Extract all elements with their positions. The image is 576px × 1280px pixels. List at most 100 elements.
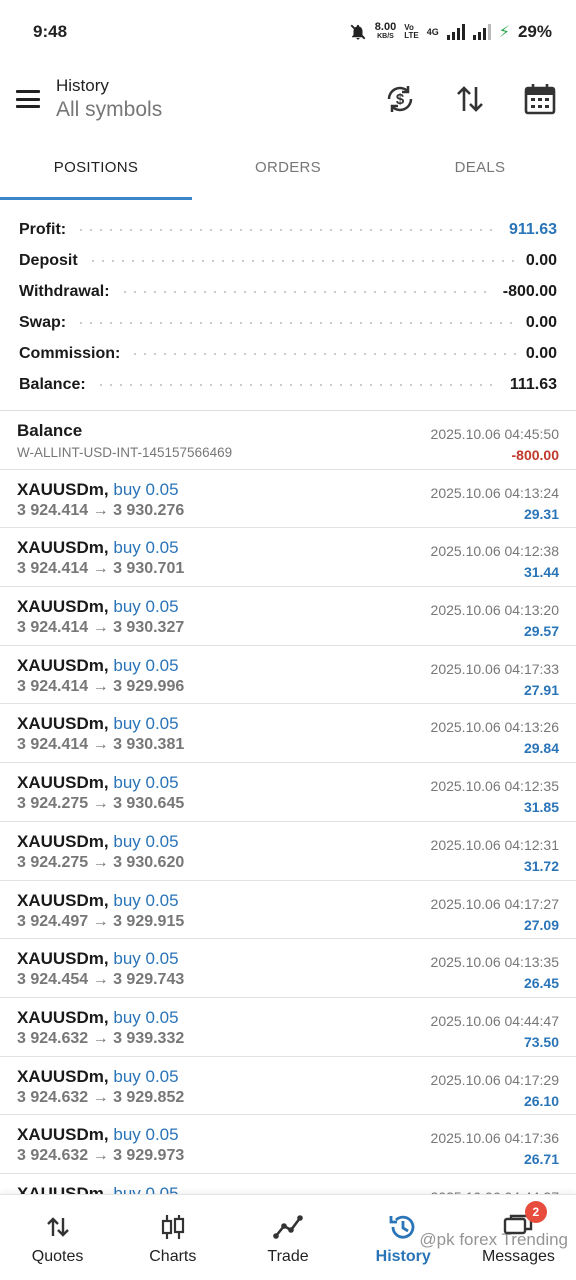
summary-panel: Profit: 911.63 Deposit 0.00 Withdrawal: … xyxy=(0,200,576,411)
nav-label: Messages xyxy=(481,1247,555,1265)
deal-symbol-line: XAUUSDm, buy 0.05 xyxy=(17,891,184,913)
deal-direction: buy 0.05 xyxy=(113,890,179,910)
deal-row[interactable]: XAUUSDm, buy 0.05 3 924.414 → 3 930.381 20… xyxy=(0,704,576,764)
summary-label: Swap: xyxy=(19,313,67,331)
deal-row[interactable]: XAUUSDm, buy 0.05 3 924.632 → 3 939.332 20… xyxy=(0,998,576,1057)
deal-profit: 29.31 xyxy=(523,505,559,522)
deal-row[interactable]: XAUUSDm, buy 0.05 3 924.414 → 3 930.701 20… xyxy=(0,528,576,588)
deal-time: 2025.10.06 04:13:20 xyxy=(430,602,559,619)
deal-time: 2025.10.06 04:17:33 xyxy=(430,660,559,677)
app-actions: $ xyxy=(380,79,560,119)
nav-charts[interactable]: Charts xyxy=(115,1195,230,1280)
deal-direction: buy 0.05 xyxy=(113,1066,179,1086)
deal-row[interactable]: XAUUSDm, buy 0.05 3 924.632 → 3 929.973 20… xyxy=(0,1115,576,1174)
deal-time: 2025.10.06 04:17:27 xyxy=(430,895,559,912)
deal-prices: 3 924.414 → 3 930.276 xyxy=(17,501,185,519)
currency-refresh-button[interactable]: $ xyxy=(380,79,420,119)
nav-trade[interactable]: Trade xyxy=(230,1195,345,1280)
deal-direction: buy 0.05 xyxy=(113,655,179,675)
nav-quotes[interactable]: Quotes xyxy=(0,1195,115,1280)
deal-direction: buy 0.05 xyxy=(113,479,179,499)
deal-row[interactable]: XAUUSDm, buy 0.05 3 924.275 → 3 930.645 20… xyxy=(0,763,576,822)
deal-symbol: XAUUSDm, xyxy=(17,949,109,969)
deal-prices: 3 924.414 → 3 930.701 xyxy=(17,560,185,578)
deal-symbol-line: XAUUSDm, buy 0.05 xyxy=(17,1008,184,1030)
deal-row[interactable]: XAUUSDm, buy 0.05 3 924.497 → 3 929.915 20… xyxy=(0,881,576,940)
deal-profit: 29.84 xyxy=(523,740,559,757)
summary-withdrawal-value: -800.00 xyxy=(502,282,557,300)
title-block[interactable]: History All symbols xyxy=(56,76,162,122)
summary-profit-value: 911.63 xyxy=(508,220,557,238)
summary-withdrawal-row: Withdrawal: -800.00 xyxy=(19,276,557,307)
deal-direction: buy 0.05 xyxy=(113,714,179,734)
menu-icon[interactable] xyxy=(16,90,40,108)
volte-indicator: Vo LTE xyxy=(404,23,419,40)
deal-symbol-line: XAUUSDm, buy 0.05 xyxy=(17,480,184,502)
deal-direction: buy 0.05 xyxy=(113,597,179,617)
history-icon xyxy=(389,1215,415,1239)
nav-label: Charts xyxy=(149,1247,197,1265)
tab-positions[interactable]: POSITIONS xyxy=(0,134,192,200)
charts-icon xyxy=(161,1214,184,1239)
deal-symbol: XAUUSDm, xyxy=(17,1007,109,1027)
deal-profit: 26.71 xyxy=(523,1151,559,1168)
deal-row[interactable]: XAUUSDm, buy 0.05 3 924.414 → 3 930.276 20… xyxy=(0,470,576,529)
deal-row[interactable]: XAUUSDm, buy 0.05 3 924.414 → 3 929.996 20… xyxy=(0,646,576,705)
deal-row[interactable]: XAUUSDm, buy 0.05 3 924.275 → 3 930.620 20… xyxy=(0,822,576,881)
deal-time: 2025.10.06 04:45:50 xyxy=(430,426,559,442)
deal-profit: 27.09 xyxy=(523,916,559,933)
balance-entry-comment: W-ALLINT-USD-INT-145157566469 xyxy=(17,445,233,460)
deal-prices: 3 924.414 → 3 929.996 xyxy=(17,677,185,695)
deal-row[interactable]: XAUUSDm, buy 0.05 3 924.454 → 3 929.743 20… xyxy=(0,939,576,998)
deal-time: 2025.10.06 04:12:38 xyxy=(430,543,559,560)
deal-symbol-line: XAUUSDm, buy 0.05 xyxy=(17,949,184,971)
deal-profit: 73.50 xyxy=(523,1033,559,1050)
balance-entry-title: Balance xyxy=(17,421,83,440)
deal-symbol: XAUUSDm, xyxy=(17,831,109,851)
battery-percent: 29% xyxy=(517,22,552,41)
summary-commission-row: Commission: 0.00 xyxy=(19,338,557,369)
deal-prices: 3 924.275 → 3 930.620 xyxy=(17,853,185,871)
sort-arrows-icon xyxy=(457,86,483,112)
deal-symbol: XAUUSDm, xyxy=(17,714,109,734)
deal-symbol-line: XAUUSDm, buy 0.05 xyxy=(17,597,184,619)
deal-row[interactable]: XAUUSDm, buy 0.05 3 924.632 → 3 929.852 20… xyxy=(0,1057,576,1116)
calendar-button[interactable] xyxy=(520,79,560,119)
dotted-leader xyxy=(130,352,516,355)
balance-entry[interactable]: Balance W-ALLINT-USD-INT-145157566469 20… xyxy=(0,411,576,470)
deal-rows: XAUUSDm, buy 0.05 3 924.414 → 3 930.276 20… xyxy=(0,470,576,1233)
deal-row[interactable]: XAUUSDm, buy 0.05 3 924.414 → 3 930.327 20… xyxy=(0,587,576,646)
summary-label: Deposit xyxy=(19,251,78,269)
deal-time: 2025.10.06 04:17:29 xyxy=(430,1071,559,1088)
deal-direction: buy 0.05 xyxy=(113,1125,179,1145)
deal-profit: 26.10 xyxy=(523,1092,559,1109)
nav-messages[interactable]: 2 Messages xyxy=(461,1195,576,1280)
sort-button[interactable] xyxy=(450,79,490,119)
deal-symbol: XAUUSDm, xyxy=(17,773,109,793)
nav-label: History xyxy=(375,1247,431,1265)
dotted-leader xyxy=(87,259,516,262)
dotted-leader xyxy=(95,383,500,386)
tab-orders[interactable]: ORDERS xyxy=(192,134,384,200)
tab-deals[interactable]: DEALS xyxy=(384,134,576,200)
dotted-leader xyxy=(76,321,516,324)
deal-time: 2025.10.06 04:13:26 xyxy=(430,719,559,736)
summary-profit-row: Profit: 911.63 xyxy=(19,214,557,245)
deal-time: 2025.10.06 04:13:24 xyxy=(430,484,559,501)
deal-time: 2025.10.06 04:12:35 xyxy=(430,778,559,795)
summary-label: Commission: xyxy=(19,344,121,362)
symbol-filter: All symbols xyxy=(56,98,163,121)
signal-icon xyxy=(446,24,465,40)
deal-direction: buy 0.05 xyxy=(113,949,179,969)
calendar-icon xyxy=(524,84,556,115)
summary-label: Withdrawal: xyxy=(19,282,110,300)
deal-prices: 3 924.414 → 3 930.327 xyxy=(17,619,185,637)
summary-label: Balance: xyxy=(19,375,86,393)
deal-symbol: XAUUSDm, xyxy=(17,479,109,499)
deal-symbol: XAUUSDm, xyxy=(17,597,109,617)
deal-amount: -800.00 xyxy=(511,447,559,463)
summary-swap-value: 0.00 xyxy=(525,313,557,331)
deal-profit: 29.57 xyxy=(523,623,559,640)
summary-swap-row: Swap: 0.00 xyxy=(19,307,557,338)
nav-history[interactable]: History xyxy=(346,1195,461,1280)
